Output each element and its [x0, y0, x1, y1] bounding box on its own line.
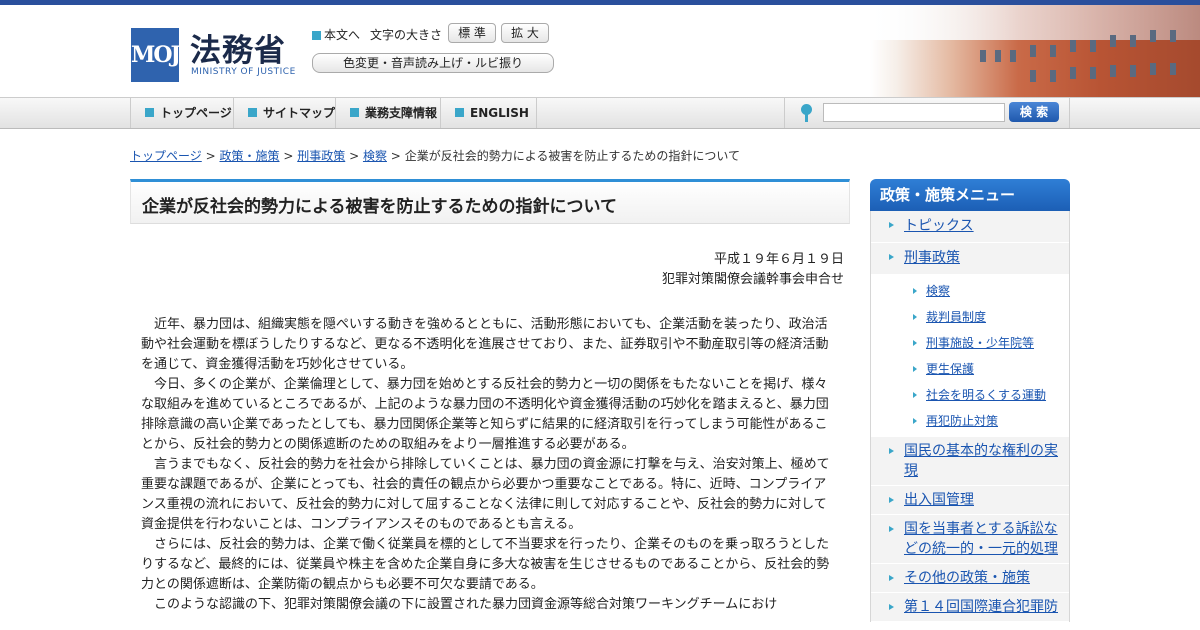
nav-label: サイトマップ: [263, 106, 336, 120]
site-logo-text[interactable]: 法務省: [190, 25, 286, 70]
font-size-label: 文字の大きさ: [370, 28, 443, 42]
skip-to-content-link[interactable]: 本文へ: [312, 26, 360, 43]
document-issuer: 犯罪対策閣僚会議幹事会申合せ: [661, 272, 844, 287]
nav-top-page[interactable]: トップページ: [130, 98, 233, 128]
sidebar-subitem-lay-judge[interactable]: 裁判員制度: [871, 304, 1069, 330]
sidebar-subitem-rehabilitation[interactable]: 更生保護: [871, 356, 1069, 382]
sidebar-item-criminal-policy[interactable]: 刑事政策: [871, 243, 1069, 275]
sidebar-subitem-bright-society[interactable]: 社会を明るくする運動: [871, 382, 1069, 408]
sidebar-item-topics[interactable]: トピックス: [871, 211, 1069, 243]
sidebar-item-other-policies[interactable]: その他の政策・施策: [871, 564, 1069, 593]
square-icon: [350, 108, 359, 117]
global-nav: トップページ サイトマップ 業務支障情報 ENGLISH 検 索: [0, 97, 1200, 129]
paragraph: このような認識の下、犯罪対策閣僚会議の下に設置された暴力団資金源等総合対策ワーキ…: [154, 597, 778, 612]
square-icon: [248, 108, 257, 117]
sidebar-item-litigation[interactable]: 国を当事者とする訴訟などの統一的・一元的処理: [871, 515, 1069, 564]
page-title: 企業が反社会的勢力による被害を防止するための指針について: [142, 197, 617, 217]
nav-label: 業務支障情報: [365, 106, 438, 120]
search-pin-icon: [801, 104, 812, 122]
search-input[interactable]: [823, 103, 1005, 122]
breadcrumb-link[interactable]: 刑事政策: [297, 149, 345, 163]
font-size-large-button[interactable]: 拡 大: [501, 23, 549, 43]
breadcrumb: トップページ > 政策・施策 > 刑事政策 > 検察 > 企業が反社会的勢力によ…: [130, 147, 740, 164]
sidebar-submenu: 検察 裁判員制度 刑事施設・少年院等 更生保護 社会を明るくする運動 再犯防止対…: [871, 275, 1069, 437]
sidebar-item-basic-rights[interactable]: 国民の基本的な権利の実現: [871, 437, 1069, 486]
paragraph: 言うまでもなく、反社会的勢力を社会から排除していくことは、暴力団の資金源に打撃を…: [141, 457, 830, 532]
document-date: 平成１９年６月１９日: [713, 252, 844, 267]
sidebar-subitem-recidivism[interactable]: 再犯防止対策: [871, 408, 1069, 434]
nav-service-disruption[interactable]: 業務支障情報: [335, 98, 440, 128]
breadcrumb-separator: >: [205, 149, 216, 163]
paragraph: 近年、暴力団は、組織実態を隠ぺいする動きを強めるとともに、活動形態においても、企…: [141, 317, 829, 372]
sidebar-item-un-congress[interactable]: 第１４回国際連合犯罪防: [871, 593, 1069, 622]
search-area: 検 索: [784, 98, 1070, 128]
paragraph: 今日、多くの企業が、企業倫理として、暴力団を始めとする反社会的勢力と一切の関係を…: [141, 377, 829, 452]
sidebar-subitem-correctional[interactable]: 刑事施設・少年院等: [871, 330, 1069, 356]
search-button[interactable]: 検 索: [1009, 102, 1059, 122]
sidebar-item-immigration[interactable]: 出入国管理: [871, 486, 1069, 515]
sidebar-subitem-prosecution[interactable]: 検察: [871, 278, 1069, 304]
paragraph: さらには、反社会的勢力は、企業で働く従業員を標的として不当要求を行ったり、企業そ…: [141, 537, 830, 592]
breadcrumb-link[interactable]: 政策・施策: [219, 149, 279, 163]
nav-label: トップページ: [160, 106, 232, 120]
document-date-block: 平成１９年６月１９日 犯罪対策閣僚会議幹事会申合せ: [662, 250, 844, 290]
breadcrumb-separator: >: [390, 149, 401, 163]
sidebar-heading: 政策・施策メニュー: [870, 179, 1070, 211]
accessibility-button[interactable]: 色変更・音声読み上げ・ルビ振り: [312, 53, 554, 73]
nav-sitemap[interactable]: サイトマップ: [233, 98, 335, 128]
nav-english[interactable]: ENGLISH: [440, 98, 537, 128]
site-logo-subtitle: MINISTRY OF JUSTICE: [191, 67, 296, 77]
breadcrumb-separator: >: [283, 149, 294, 163]
article-body: 近年、暴力団は、組織実態を隠ぺいする動きを強めるとともに、活動形態においても、企…: [141, 315, 831, 615]
header-building-image: [870, 5, 1200, 97]
sidebar-menu: トピックス 刑事政策 検察 裁判員制度 刑事施設・少年院等 更生保護 社会を明る…: [870, 211, 1070, 622]
moj-logo-mark[interactable]: MOJ: [131, 28, 181, 82]
page-title-box: 企業が反社会的勢力による被害を防止するための指針について: [130, 179, 850, 224]
breadcrumb-link[interactable]: 検察: [363, 149, 387, 163]
breadcrumb-link[interactable]: トップページ: [130, 149, 202, 163]
breadcrumb-separator: >: [349, 149, 360, 163]
home-icon: [145, 108, 154, 117]
breadcrumb-current: 企業が反社会的勢力による被害を防止するための指針について: [404, 149, 740, 163]
nav-label: ENGLISH: [470, 106, 529, 120]
square-icon: [455, 108, 464, 117]
font-size-standard-button[interactable]: 標 準: [448, 23, 496, 43]
